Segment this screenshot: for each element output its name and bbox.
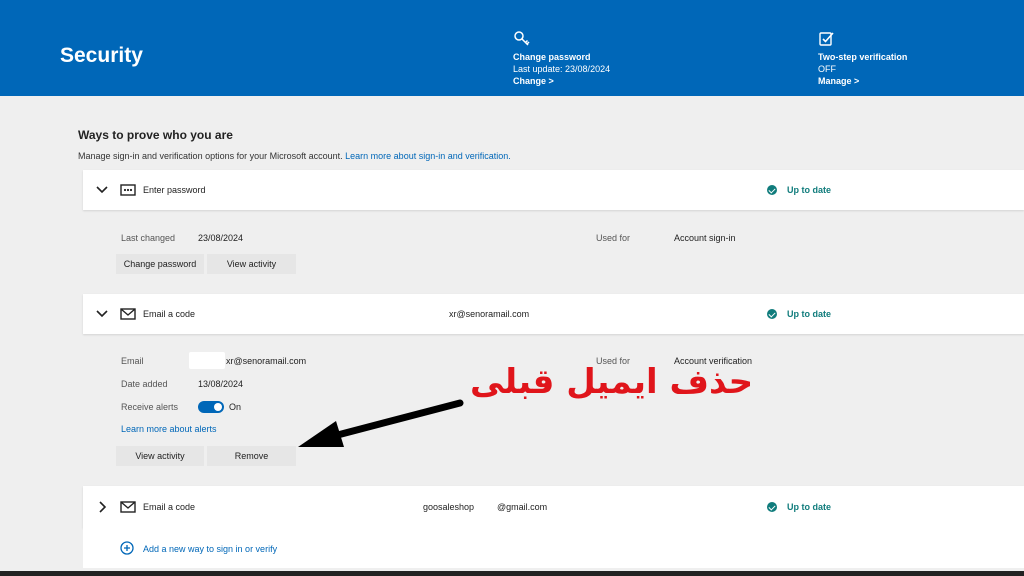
- date-added-value: 13/08/2024: [198, 379, 244, 389]
- method-email-domain: @gmail.com: [497, 502, 548, 512]
- receive-alerts-value: On: [229, 402, 242, 412]
- header-banner: Security Change password Last update: 23…: [0, 0, 1024, 96]
- section-subtitle: Manage sign-in and verification options …: [78, 151, 511, 161]
- email-label: Email: [121, 356, 144, 366]
- add-method-row[interactable]: Add a new way to sign in or verify: [83, 528, 1024, 568]
- chevron-down-icon[interactable]: [95, 307, 109, 321]
- check-circle-icon: [767, 309, 777, 319]
- status-text: Up to date: [787, 185, 831, 195]
- change-password-last-update: Last update: 23/08/2024: [513, 64, 611, 74]
- shield-check-icon: [819, 32, 834, 46]
- email-icon: [120, 308, 136, 320]
- method-label: Enter password: [143, 185, 206, 195]
- two-step-block: Two-step verification OFF Manage >: [818, 30, 907, 87]
- status-badge: Up to date: [767, 309, 831, 319]
- bottom-bar: [0, 571, 1024, 576]
- method-details-password: Last changed 23/08/2024 Used for Account…: [83, 210, 1024, 292]
- method-email-value: xr@senoramail.com: [449, 309, 530, 319]
- key-icon: [514, 31, 530, 46]
- status-badge: Up to date: [767, 502, 831, 512]
- learn-more-alerts-link[interactable]: Learn more about alerts: [121, 424, 217, 434]
- method-label: Email a code: [143, 502, 196, 512]
- add-method-link[interactable]: Add a new way to sign in or verify: [143, 544, 277, 554]
- two-step-title: Two-step verification: [818, 52, 908, 62]
- last-changed-label: Last changed: [121, 233, 176, 243]
- remove-button[interactable]: Remove: [207, 446, 296, 466]
- change-password-link[interactable]: Change >: [513, 75, 610, 87]
- learn-more-sign-in-link[interactable]: Learn more about sign-in and verificatio…: [345, 151, 511, 161]
- status-badge: Up to date: [767, 185, 831, 195]
- redaction-mask: [189, 352, 225, 369]
- email-icon: [120, 501, 136, 513]
- email-value: xr@senoramail.com: [226, 356, 307, 366]
- status-text: Up to date: [787, 309, 831, 319]
- method-row-password[interactable]: Enter password Up to date: [83, 170, 1024, 210]
- method-email-user: goosaleshop: [423, 502, 475, 512]
- view-activity-button[interactable]: View activity: [207, 254, 296, 274]
- section-title: Ways to prove who you are: [78, 128, 233, 142]
- check-circle-icon: [767, 185, 777, 195]
- two-step-manage-link[interactable]: Manage >: [818, 75, 907, 87]
- chevron-down-icon[interactable]: [95, 183, 109, 197]
- used-for-value: Account sign-in: [674, 233, 736, 243]
- method-row-email-2[interactable]: Email a code goosaleshop @gmail.com Up t…: [83, 486, 1024, 528]
- two-step-status: OFF: [818, 64, 836, 74]
- date-added-label: Date added: [121, 379, 168, 389]
- used-for-label: Used for: [596, 233, 631, 243]
- check-circle-icon: [767, 502, 777, 512]
- section-description: Manage sign-in and verification options …: [78, 151, 343, 161]
- method-row-email-1[interactable]: Email a code xr@senoramail.com Up to dat…: [83, 294, 1024, 334]
- receive-alerts-toggle[interactable]: [198, 401, 224, 413]
- change-password-button[interactable]: Change password: [116, 254, 204, 274]
- receive-alerts-label: Receive alerts: [121, 402, 179, 412]
- change-password-title: Change password: [513, 52, 591, 62]
- annotation-arrow-icon: [298, 399, 464, 447]
- page-title: Security: [60, 44, 143, 67]
- add-circle-icon[interactable]: [120, 541, 134, 555]
- chevron-right-icon[interactable]: [95, 500, 109, 514]
- change-password-block: Change password Last update: 23/08/2024 …: [513, 30, 610, 87]
- last-changed-value: 23/08/2024: [198, 233, 244, 243]
- annotation-text: حذف ایمیل قبلی: [470, 362, 754, 402]
- view-activity-button[interactable]: View activity: [116, 446, 204, 466]
- password-icon: [120, 184, 136, 196]
- status-text: Up to date: [787, 502, 831, 512]
- method-label: Email a code: [143, 309, 196, 319]
